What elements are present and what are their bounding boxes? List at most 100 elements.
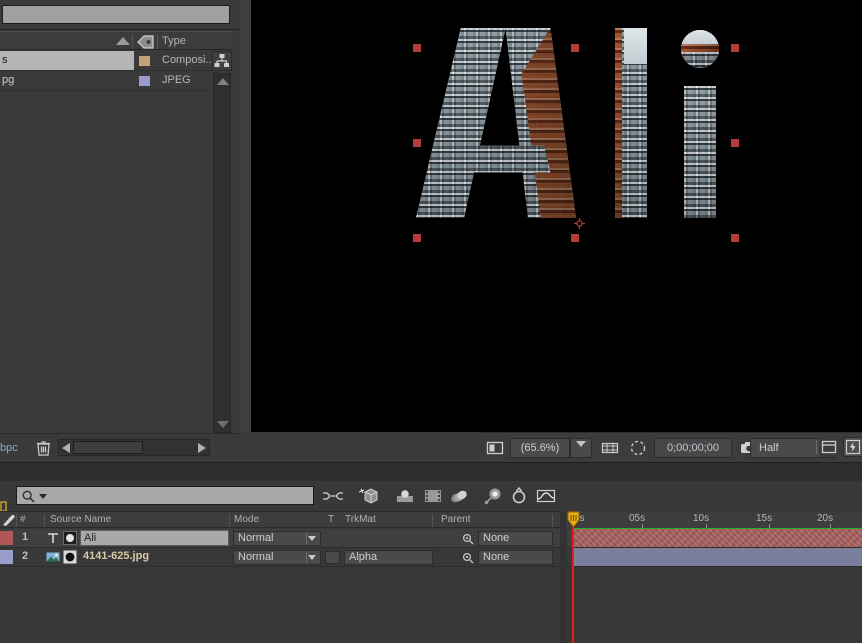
layer-name-label[interactable]: 4141-625.jpg [80,549,149,565]
time-tick-label: 15s [756,513,773,524]
trash-icon[interactable] [36,440,51,456]
scroll-down-arrow-icon[interactable] [217,421,229,428]
flowchart-icon[interactable] [212,51,232,71]
project-item-row[interactable]: pg JPEG [0,71,232,90]
work-area-bar[interactable] [573,528,862,531]
motion-blur-icon[interactable] [448,486,470,506]
artwork-letter-a [416,28,576,218]
column-divider [432,514,433,527]
layer-index: 2 [21,550,29,562]
selection-handle-top-left[interactable] [413,44,421,52]
choose-grid-guides-icon[interactable] [599,438,621,458]
parent-pickwhip-icon[interactable] [461,551,474,564]
table-row[interactable]: 2 4141-625.jpg Normal Alpha None [0,548,572,566]
layer-label-color[interactable] [0,550,13,564]
letter-l-warm-edge [615,28,622,218]
project-item-name[interactable]: s [0,51,134,70]
toggle-mask-paths-icon[interactable] [627,438,649,458]
project-panel: Type s Composi.. pg JPEG bpc [0,0,240,462]
label-tag-icon[interactable] [137,35,154,49]
text-layer-icon [46,531,60,545]
project-right-gutter [212,51,232,433]
project-item-label-swatch[interactable] [139,76,150,86]
column-header-trkmat[interactable]: TrkMat [345,514,376,525]
hide-shy-layers-icon[interactable] [394,486,416,506]
selection-handle-top-right[interactable] [731,44,739,52]
composition-canvas[interactable] [251,0,862,432]
selection-handle-bottom-center[interactable] [571,234,579,242]
column-divider [229,514,230,527]
column-header-type[interactable]: Type [162,35,186,47]
fast-previews-icon[interactable] [843,437,862,457]
letter-l-sky-patch [624,28,647,64]
timeline-search-input[interactable] [16,486,314,505]
graph-editor-icon[interactable] [535,486,557,506]
timeline-empty-area[interactable] [0,567,862,643]
column-header-mode[interactable]: Mode [234,514,259,525]
project-horizontal-scrollbar[interactable] [58,439,210,456]
project-search-input[interactable] [2,5,230,24]
selection-handle-bottom-left[interactable] [413,234,421,242]
brainstorm-icon[interactable] [483,486,505,506]
live-update-icon[interactable] [322,486,344,506]
search-dropdown-arrow-icon[interactable] [39,494,47,499]
chevron-down-icon[interactable] [308,536,316,541]
after-effects-window: Type s Composi.. pg JPEG bpc (65.6%) 0;0… [0,0,862,643]
current-time-indicator[interactable] [566,511,581,529]
layer-name-field[interactable]: Ali [80,530,229,546]
selection-handle-top-center[interactable] [571,44,579,52]
column-header-t[interactable]: T [328,514,334,525]
chevron-down-icon[interactable] [576,441,586,447]
layer-parent-dropdown[interactable]: None [478,531,553,546]
selection-handle-bottom-right[interactable] [731,234,739,242]
sort-ascending-arrow-icon[interactable] [116,37,130,45]
track-matte-dropdown[interactable]: Alpha [344,550,433,565]
time-ruler[interactable]: 0s 05s 10s 15s 20s [566,511,862,528]
artwork-letter-l [615,28,647,218]
column-header-parent[interactable]: Parent [441,514,470,525]
project-item-row[interactable]: s Composi.. [0,51,232,70]
comp-left-gutter [240,0,251,432]
preserve-transparency-checkbox[interactable] [325,551,340,564]
dropdown-divider [306,533,307,544]
frame-blending-icon[interactable] [422,486,444,506]
time-tick-label: 05s [629,513,646,524]
chevron-down-icon[interactable] [308,555,316,560]
project-column-header[interactable]: Type [0,31,232,50]
solo-switch-icon[interactable] [63,531,77,545]
playhead-line[interactable] [572,511,574,643]
selection-handle-middle-right[interactable] [731,139,739,147]
layer-parent-dropdown[interactable]: None [478,550,553,565]
draft-3d-icon[interactable] [358,486,380,506]
project-bottom-toolbar: bpc [0,433,240,462]
scroll-up-arrow-icon[interactable] [217,78,229,85]
column-header-source-name[interactable]: Source Name [50,514,111,525]
footage-layer-icon [46,550,60,564]
selection-handle-middle-left[interactable] [413,139,421,147]
scroll-right-arrow-icon[interactable] [198,443,206,453]
current-time-field[interactable]: 0;00;00;00 [654,438,732,458]
anchor-point-icon[interactable] [574,218,585,229]
layer-duration-bar[interactable] [573,548,862,566]
magnification-value[interactable]: (65.6%) [510,438,570,458]
parent-pickwhip-icon[interactable] [461,532,474,545]
track-matte-icon[interactable] [63,550,77,564]
comp-flowchart-icon[interactable] [819,437,839,457]
auto-keyframe-icon[interactable] [508,486,530,506]
column-divider [157,34,158,49]
always-preview-icon[interactable] [484,438,506,458]
project-item-name[interactable]: pg [0,71,134,90]
layer-label-color[interactable] [0,531,13,545]
bit-depth-label[interactable]: bpc [0,442,18,454]
column-header-number: # [20,514,26,525]
layer-parent-value: None [483,551,510,563]
timeline-tab-strip[interactable] [0,463,862,481]
layer-mode-dropdown[interactable]: Normal [233,550,321,565]
project-item-label-swatch[interactable] [139,56,150,66]
scrollbar-thumb[interactable] [73,441,143,454]
layer-mode-dropdown[interactable]: Normal [233,531,321,546]
table-row[interactable]: 1 Ali Normal None [0,529,572,547]
scroll-left-arrow-icon[interactable] [62,443,70,453]
layer-duration-bar[interactable] [573,529,862,547]
project-vertical-scrollbar[interactable] [213,73,231,433]
